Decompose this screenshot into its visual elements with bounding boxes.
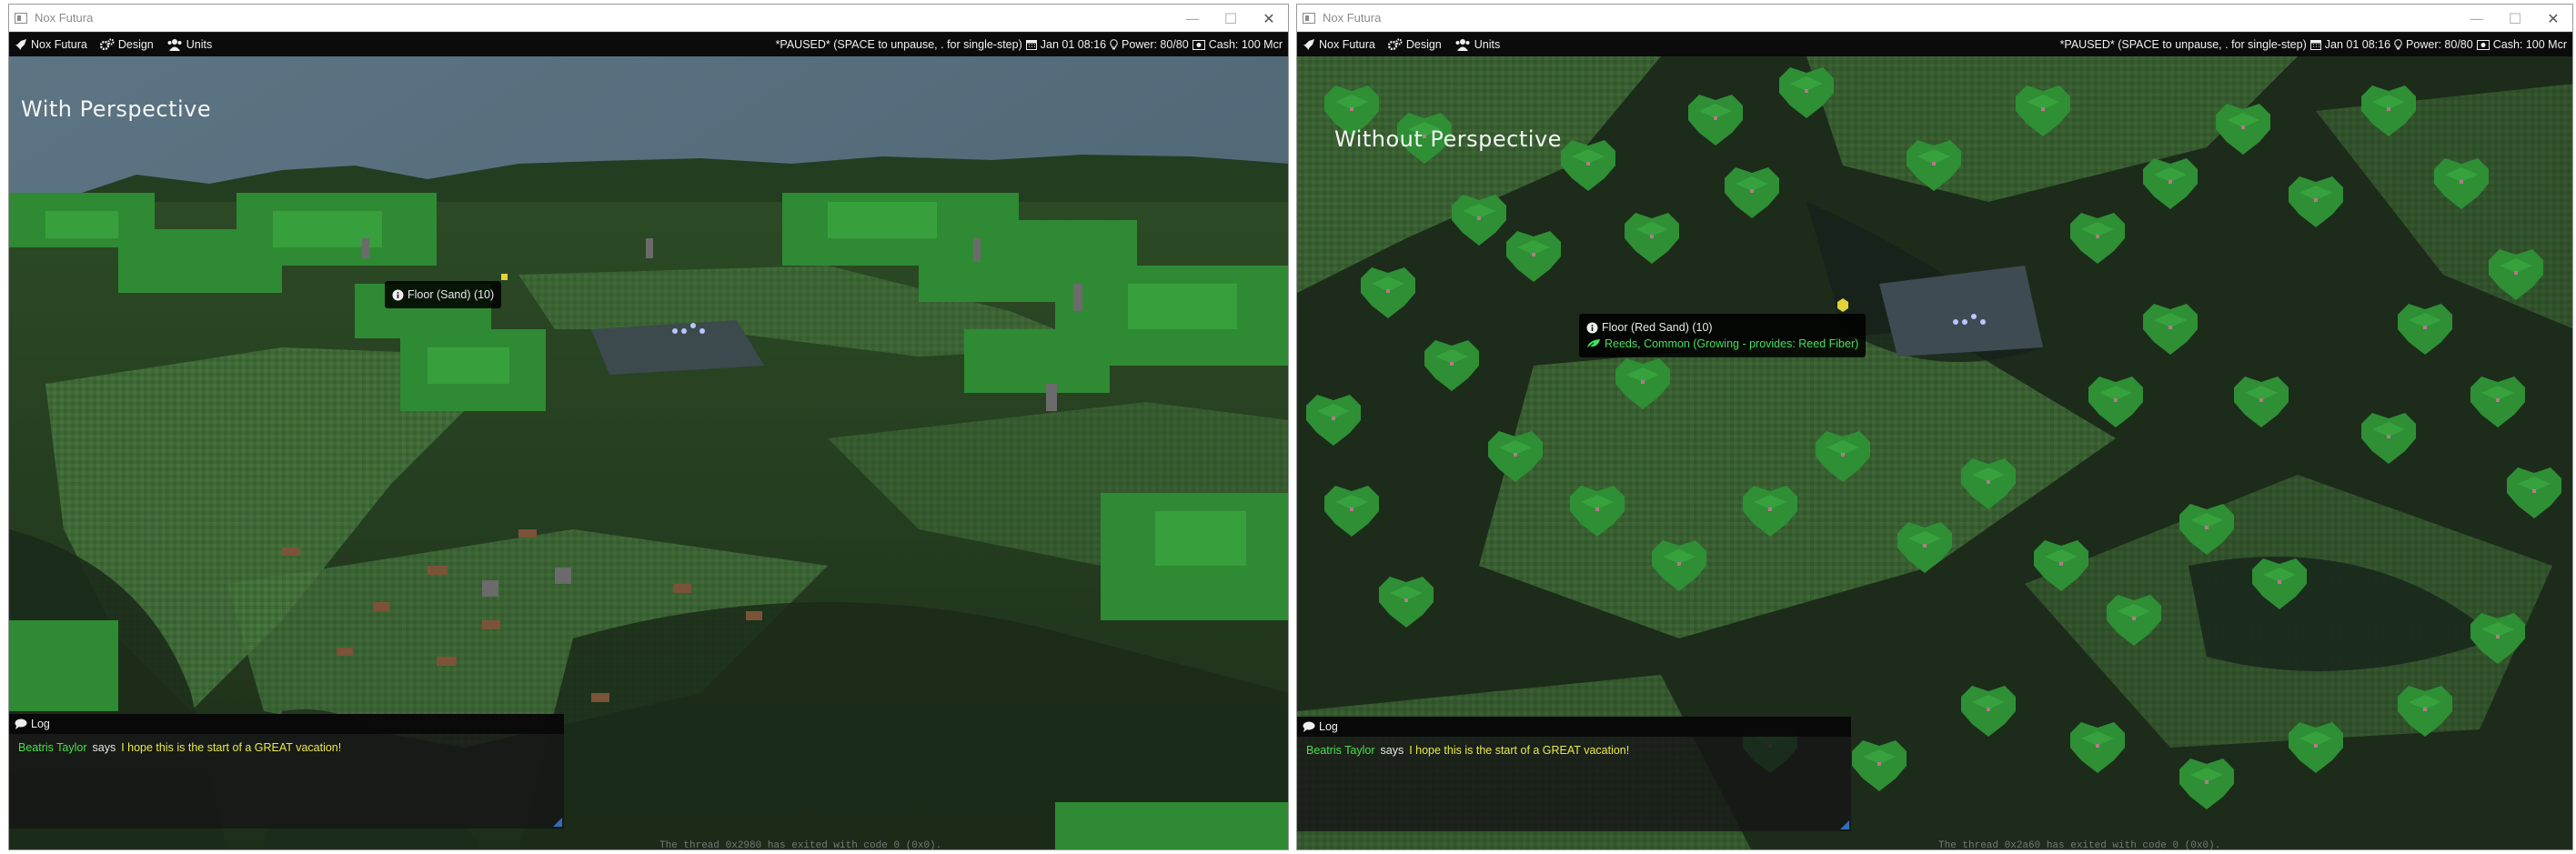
background-console-text: The thread 0x2980 has exited with code 0… <box>659 840 942 850</box>
comment-icon <box>15 718 27 729</box>
window-title: Nox Futura <box>35 11 94 25</box>
menu-units[interactable]: Units <box>1454 38 1500 51</box>
menu-nox-futura-label: Nox Futura <box>31 38 87 51</box>
log-resize-grip[interactable] <box>1840 820 1849 829</box>
money-icon <box>1192 39 1205 50</box>
window-titlebar[interactable]: Nox Futura — ☐ ✕ <box>9 5 1288 32</box>
log-header[interactable]: Log <box>9 714 564 734</box>
gears-icon <box>1387 38 1403 51</box>
log-says: says <box>92 741 116 754</box>
app-window-icon <box>15 12 27 24</box>
cash-label: Cash: 100 Mcr <box>2492 38 2567 51</box>
rocket-icon <box>15 39 26 50</box>
calendar-icon <box>1025 39 1037 50</box>
menu-design[interactable]: Design <box>99 38 154 51</box>
users-icon <box>1455 39 1470 51</box>
window-controls: — ☐ ✕ <box>1173 5 1288 32</box>
minimize-button[interactable]: — <box>1173 5 1212 32</box>
game-window-without-perspective[interactable]: Nox Futura — ☐ ✕ Nox Futura Design Units… <box>1296 4 2573 850</box>
cash-label: Cash: 100 Mcr <box>1208 38 1283 51</box>
game-viewport[interactable]: With Perspective Floor (Sand) (10) Log B… <box>9 56 1288 849</box>
lightbulb-icon <box>2394 39 2402 50</box>
minimize-button[interactable]: — <box>2458 5 2496 32</box>
window-titlebar[interactable]: Nox Futura — ☐ ✕ <box>1297 5 2572 32</box>
tooltip-plant-label: Reeds, Common (Growing - provides: Reed … <box>1605 337 1859 350</box>
info-icon <box>1586 322 1598 333</box>
tooltip-tile-label: Floor (Sand) (10) <box>408 288 495 301</box>
paused-indicator: *PAUSED* (SPACE to unpause, . for single… <box>775 38 1022 51</box>
log-says: says <box>1380 744 1404 757</box>
log-panel[interactable]: Log Beatris Taylor says I hope this is the… <box>1297 717 1851 831</box>
app-window-icon <box>1303 12 1315 24</box>
close-button[interactable]: ✕ <box>2534 5 2572 32</box>
window-title: Nox Futura <box>1323 11 1382 25</box>
calendar-icon <box>2309 39 2321 50</box>
log-speaker: Beatris Taylor <box>18 741 87 754</box>
menu-nox-futura-label: Nox Futura <box>1319 38 1375 51</box>
hover-tooltip: Floor (Sand) (10) <box>385 281 502 308</box>
hover-tooltip: Floor (Red Sand) (10) Reeds, Common (Gro… <box>1579 314 1867 357</box>
log-entry: Beatris Taylor says I hope this is the sta… <box>9 734 564 761</box>
power-label: Power: 80/80 <box>1122 38 1189 51</box>
view-mode-title: With Perspective <box>21 96 212 122</box>
game-menubar: Nox Futura Design Units *PAUSED* (SPACE … <box>1297 33 2572 56</box>
menu-nox-futura[interactable]: Nox Futura <box>15 38 87 51</box>
background-console-text: The thread 0x2a60 has exited with code 0… <box>1938 840 2221 850</box>
paused-indicator: *PAUSED* (SPACE to unpause, . for single… <box>2059 38 2307 51</box>
desktop: Nox Futura — ☐ ✕ Nox Futura Design Units… <box>0 0 2576 854</box>
status-area: *PAUSED* (SPACE to unpause, . for single… <box>2060 38 2567 51</box>
maximize-button[interactable]: ☐ <box>1212 5 1250 32</box>
info-icon <box>392 289 404 300</box>
window-controls: — ☐ ✕ <box>2458 5 2572 32</box>
log-entry: Beatris Taylor says I hope this is the sta… <box>1297 737 1851 764</box>
menu-design[interactable]: Design <box>1387 38 1442 51</box>
comment-icon <box>1303 721 1315 732</box>
log-speaker: Beatris Taylor <box>1306 744 1375 757</box>
date-label: Jan 01 08:16 <box>1040 38 1107 51</box>
date-label: Jan 01 08:16 <box>2324 38 2391 51</box>
tooltip-tile-label: Floor (Red Sand) (10) <box>1602 321 1713 334</box>
menu-units-label: Units <box>1474 38 1501 51</box>
game-menubar: Nox Futura Design Units *PAUSED* (SPACE … <box>9 33 1288 56</box>
users-icon <box>167 39 182 51</box>
game-viewport[interactable]: Without Perspective Floor (Red Sand) (10… <box>1297 56 2572 849</box>
maximize-button[interactable]: ☐ <box>2496 5 2534 32</box>
view-mode-title: Without Perspective <box>1334 126 1562 152</box>
menu-units-label: Units <box>186 38 213 51</box>
rocket-icon <box>1303 39 1314 50</box>
power-label: Power: 80/80 <box>2406 38 2473 51</box>
log-resize-grip[interactable] <box>553 818 562 827</box>
menu-units[interactable]: Units <box>166 38 212 51</box>
menu-nox-futura[interactable]: Nox Futura <box>1303 38 1375 51</box>
money-icon <box>2476 39 2490 50</box>
log-message: I hope this is the start of a GREAT vaca… <box>1409 744 1630 757</box>
close-button[interactable]: ✕ <box>1250 5 1288 32</box>
log-header-label: Log <box>31 718 50 730</box>
menu-design-label: Design <box>117 38 154 51</box>
menu-design-label: Design <box>1405 38 1442 51</box>
log-panel[interactable]: Log Beatris Taylor says I hope this is the… <box>9 714 564 829</box>
gears-icon <box>99 38 115 51</box>
log-header-label: Log <box>1319 720 1338 733</box>
game-window-with-perspective[interactable]: Nox Futura — ☐ ✕ Nox Futura Design Units… <box>8 4 1289 850</box>
log-header[interactable]: Log <box>1297 717 1851 737</box>
lightbulb-icon <box>1110 39 1118 50</box>
log-message: I hope this is the start of a GREAT vaca… <box>121 741 342 754</box>
status-area: *PAUSED* (SPACE to unpause, . for single… <box>776 38 1283 51</box>
leaf-icon <box>1586 339 1600 349</box>
